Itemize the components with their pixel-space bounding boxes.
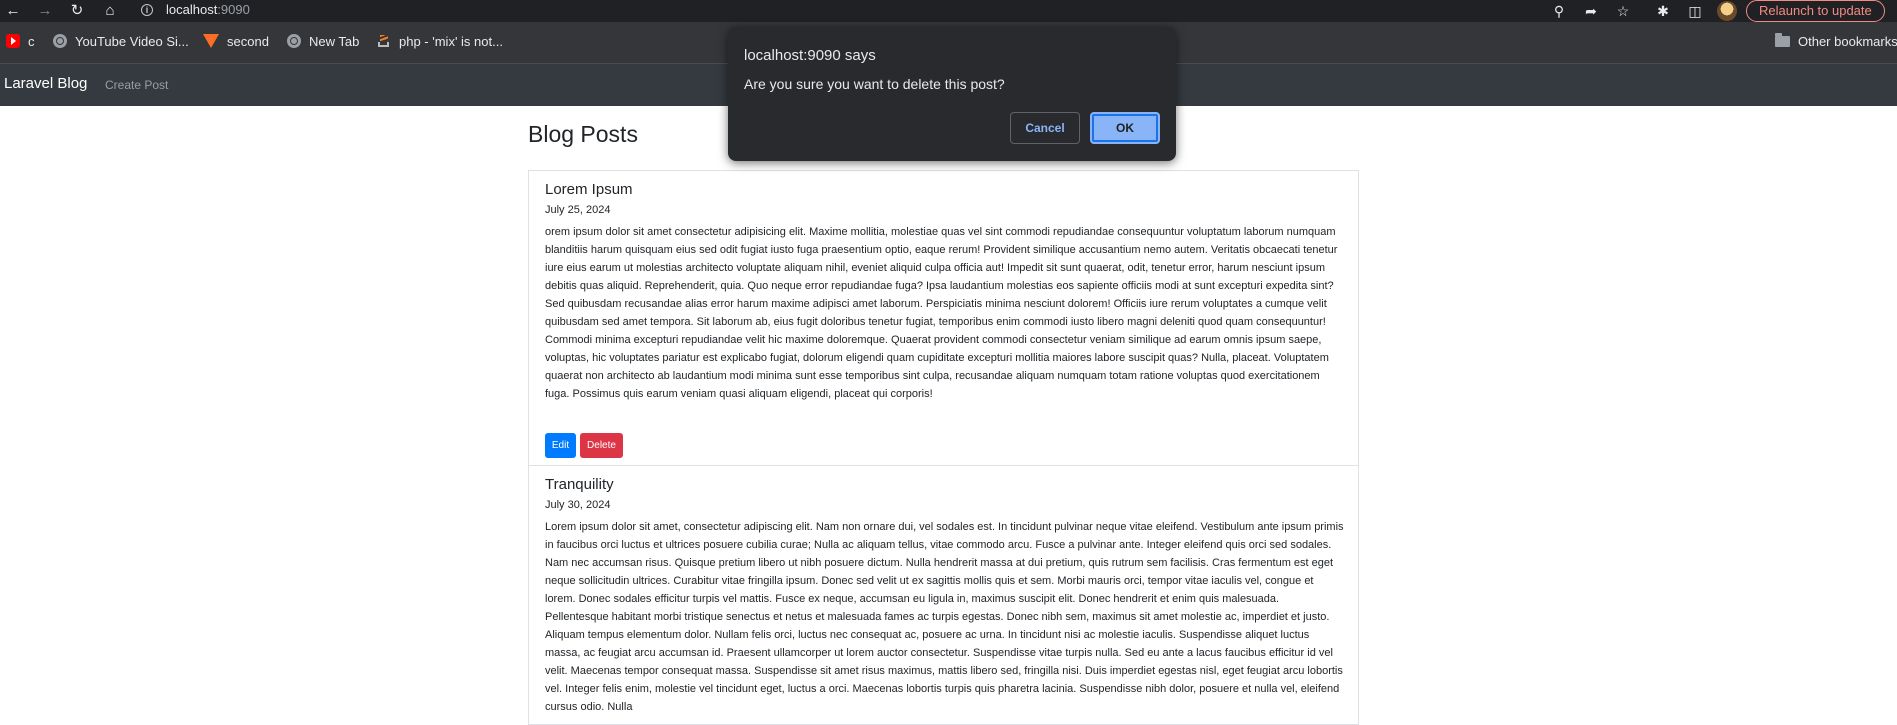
bookmark-label: second [227, 34, 269, 49]
bookmark-star-icon[interactable]: ☆ [1614, 2, 1632, 20]
reload-icon[interactable]: ↻ [68, 2, 86, 20]
address-bar[interactable]: localhost:9090 [166, 2, 250, 17]
post-title: Lorem Ipsum [545, 181, 633, 198]
post-card: Lorem Ipsum July 25, 2024 orem ipsum dol… [528, 170, 1359, 466]
bookmark-label: php - 'mix' is not... [399, 34, 503, 49]
folder-icon [1775, 33, 1790, 47]
stackoverflow-icon [377, 34, 391, 48]
ok-button[interactable]: OK [1090, 112, 1160, 144]
delete-button[interactable]: Delete [580, 433, 623, 458]
browser-toolbar: ← → ↻ ⌂ i localhost:9090 ⚲ ➦ ☆ ✱ ◫ Relau… [0, 0, 1897, 22]
bookmark-label: c [28, 34, 35, 49]
gitlab-icon [203, 34, 219, 48]
bookmark-item[interactable]: New Tab [287, 34, 359, 49]
url-host: localhost [166, 2, 218, 17]
post-card: Tranquility July 30, 2024 Lorem ipsum do… [528, 465, 1359, 725]
relaunch-button[interactable]: Relaunch to update [1746, 0, 1885, 22]
edit-button[interactable]: Edit [545, 433, 576, 458]
extensions-icon[interactable]: ✱ [1654, 2, 1672, 20]
back-arrow-icon[interactable]: ← [4, 2, 22, 20]
bookmark-item[interactable]: second [203, 34, 269, 49]
url-port: :9090 [217, 2, 250, 17]
profile-avatar[interactable] [1717, 1, 1737, 21]
other-bookmarks-label: Other bookmarks [1798, 34, 1897, 49]
bookmark-item[interactable]: YouTube Video Si... [53, 34, 189, 49]
post-body: Lorem ipsum dolor sit amet, consectetur … [545, 521, 1344, 713]
post-body: orem ipsum dolor sit amet consectetur ad… [545, 226, 1338, 400]
post-date: July 25, 2024 [545, 204, 611, 216]
page-title: Blog Posts [528, 121, 638, 147]
navbar-brand[interactable]: Laravel Blog [4, 75, 87, 92]
globe-icon [287, 34, 301, 48]
bookmark-label: YouTube Video Si... [75, 34, 189, 49]
bookmark-item[interactable]: c [6, 34, 35, 49]
create-post-link[interactable]: Create Post [105, 78, 168, 92]
bookmark-label: New Tab [309, 34, 360, 49]
home-icon[interactable]: ⌂ [101, 2, 119, 20]
other-bookmarks[interactable]: Other bookmarks [1775, 33, 1897, 49]
site-info-icon[interactable]: i [141, 4, 153, 16]
post-title: Tranquility [545, 476, 614, 493]
dialog-title: localhost:9090 says [744, 47, 876, 64]
globe-icon [53, 34, 67, 48]
share-icon[interactable]: ➦ [1582, 2, 1600, 20]
youtube-icon [6, 34, 20, 48]
bookmark-item[interactable]: php - 'mix' is not... [377, 34, 503, 49]
cancel-button[interactable]: Cancel [1010, 112, 1080, 144]
forward-arrow-icon[interactable]: → [36, 2, 54, 20]
zoom-icon[interactable]: ⚲ [1550, 2, 1568, 20]
side-panel-icon[interactable]: ◫ [1686, 2, 1704, 20]
post-date: July 30, 2024 [545, 499, 611, 511]
dialog-message: Are you sure you want to delete this pos… [744, 76, 1005, 92]
confirm-dialog: localhost:9090 says Are you sure you wan… [728, 27, 1176, 161]
